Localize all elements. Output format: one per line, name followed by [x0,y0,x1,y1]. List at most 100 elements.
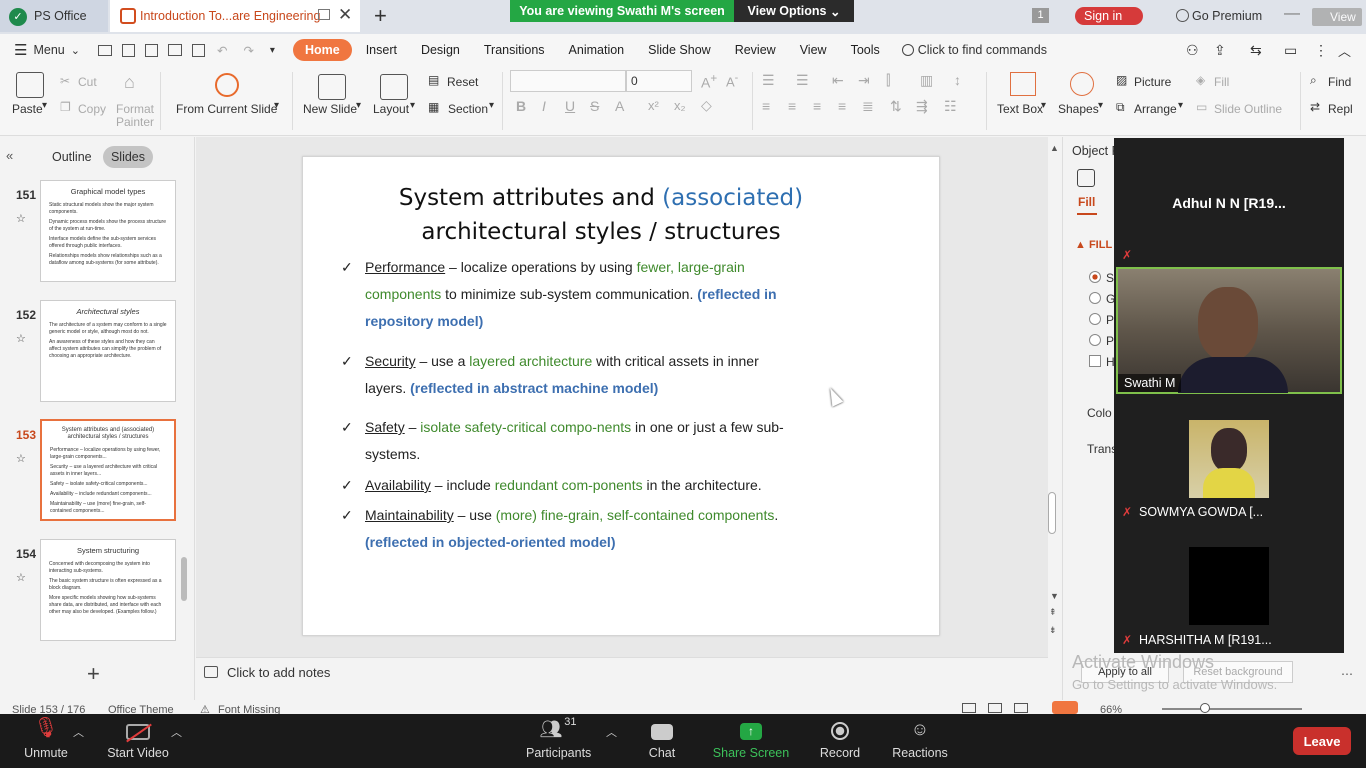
replace-icon[interactable]: ⇄ [1310,100,1320,114]
bold-icon[interactable]: B [516,98,526,114]
picture-button[interactable]: Picture [1134,75,1171,89]
share-icon[interactable]: ⇪ [1214,42,1226,59]
video-tile-harshitha[interactable] [1189,547,1269,625]
video-tile-swathi[interactable]: Swathi M [1116,267,1342,394]
arrange-button[interactable]: Arrange [1134,102,1177,116]
grow-font-icon[interactable]: A+ [701,72,717,91]
fill-tab[interactable]: Fill [1078,195,1095,209]
tab-view[interactable]: View [790,40,837,60]
spacing-icon[interactable]: ⇅ [890,98,902,115]
new-slide-button[interactable]: New Slide [303,102,357,116]
reading-view-icon[interactable] [1014,703,1028,713]
play-icon[interactable] [215,73,239,97]
underline-icon[interactable]: U [565,98,575,114]
reset-button[interactable]: Reset [447,75,478,89]
export-icon[interactable] [144,43,158,57]
tab-wps-office[interactable]: ✓ PS Office [0,0,108,32]
current-slide[interactable]: System attributes and (associated) archi… [302,156,940,636]
print-icon[interactable] [167,44,182,56]
decrease-indent-icon[interactable]: ⇤ [832,72,844,89]
fill-icon[interactable]: ◈ [1196,73,1205,87]
bullet-availability[interactable]: ✓ Availability – include redundant com-p… [341,472,801,499]
checkbox-hide[interactable] [1089,355,1101,367]
tab-transitions[interactable]: Transitions [474,40,555,60]
tab-home[interactable]: Home [292,39,352,61]
more-icon[interactable]: ⋮ [1314,42,1328,59]
slide-thumbnail-153[interactable]: System attributes and (associated) archi… [40,419,176,521]
thumbnail-scrollbar[interactable] [181,557,187,601]
tab-tools[interactable]: Tools [841,40,890,60]
align-right-icon[interactable]: ≡ [813,98,821,114]
share-user-icon[interactable]: ⚇ [1186,42,1199,59]
numbering-icon[interactable]: ☰ [796,72,809,89]
copy-button[interactable]: Copy [78,102,106,116]
font-size-select[interactable]: 0 [626,70,692,92]
slide-thumbnail-154[interactable]: System structuring Concerned with decomp… [40,539,176,641]
strikethrough-icon[interactable]: S [590,98,599,114]
new-tab-button[interactable]: + [374,3,387,29]
text-box-button[interactable]: Text Box [997,102,1043,116]
customize-icon[interactable]: ▾ [270,45,275,56]
italic-icon[interactable]: I [542,98,546,114]
menu-button[interactable]: Menu [33,43,64,57]
slide-thumbnail-151[interactable]: Graphical model types Static structural … [40,180,176,282]
canvas-scrollbar[interactable] [1048,492,1056,534]
outline-tab[interactable]: Outline [52,150,92,164]
collapse-panel-icon[interactable]: « [6,148,13,163]
sign-in-button[interactable]: Sign in [1075,7,1143,25]
save-icon[interactable] [121,43,135,57]
start-video-button[interactable]: Start Video [106,714,170,768]
close-icon[interactable]: ✕ [338,5,352,25]
cut-button[interactable]: Cut [78,75,97,89]
more-options-icon[interactable]: ⋯ [1341,667,1353,681]
command-search[interactable]: Click to find commands [918,43,1047,57]
paste-button[interactable]: Paste [12,102,43,116]
paragraph-icon[interactable]: ☷ [944,98,957,115]
open-folder-icon[interactable] [97,44,112,56]
fill-bucket-icon[interactable] [1077,169,1095,187]
print-preview-icon[interactable] [191,43,205,57]
slides-tab[interactable]: Slides [103,146,153,168]
reset-icon[interactable]: ▤ [428,73,439,87]
justify-icon[interactable]: ≡ [838,98,846,114]
text-direction-icon[interactable]: ⫿ [886,72,890,89]
notes-area[interactable]: Click to add notes [196,657,1048,689]
scroll-up-icon[interactable]: ▲ [1050,143,1059,153]
layout-button[interactable]: Layout [373,102,409,116]
columns-icon[interactable]: ▥ [920,72,933,89]
font-name-select[interactable] [510,70,626,92]
increase-indent-icon[interactable]: ⇥ [858,72,870,89]
slide-outline-icon[interactable]: ▭ [1196,100,1207,114]
new-slide-icon[interactable] [318,74,346,100]
participants-button[interactable]: 👥︎ 31 Participants [526,714,591,768]
normal-view-icon[interactable] [962,703,976,713]
radio-picture[interactable] [1089,313,1101,325]
paste-icon[interactable] [16,72,44,98]
picture-icon[interactable]: ▨ [1116,73,1127,87]
tab-review[interactable]: Review [725,40,786,60]
next-slide-icon[interactable]: ⇟ [1049,625,1057,636]
cut-icon[interactable]: ✂ [60,74,70,88]
sync-icon[interactable]: ⇆ [1250,42,1262,59]
tab-slide-show[interactable]: Slide Show [638,40,721,60]
redo-icon[interactable]: ↷ [243,43,253,58]
chat-button[interactable]: Chat [640,714,684,768]
tab-insert[interactable]: Insert [356,40,407,60]
window-icon[interactable] [318,9,330,20]
section-icon[interactable]: ▦ [428,100,439,114]
prev-slide-icon[interactable]: ⇞ [1049,607,1057,618]
share-screen-button[interactable]: ↑ Share Screen [712,714,790,768]
format-painter-label-1[interactable]: Format [116,102,154,116]
view-button[interactable]: View [1312,8,1362,26]
layout-icon[interactable] [380,74,408,100]
align-center-icon[interactable]: ≡ [788,98,796,114]
radio-pattern[interactable] [1089,334,1101,346]
slide-thumbnail-152[interactable]: Architectural styles The architecture of… [40,300,176,402]
align-left-icon[interactable]: ≡ [762,98,770,114]
participants-options-icon[interactable]: ︿ [606,724,617,740]
slide-title[interactable]: System attributes and (associated) archi… [303,181,899,249]
radio-solid[interactable] [1089,271,1101,283]
add-slide-button[interactable]: + [87,661,100,687]
go-premium-link[interactable]: Go Premium [1192,9,1262,23]
tab-animation[interactable]: Animation [559,40,635,60]
